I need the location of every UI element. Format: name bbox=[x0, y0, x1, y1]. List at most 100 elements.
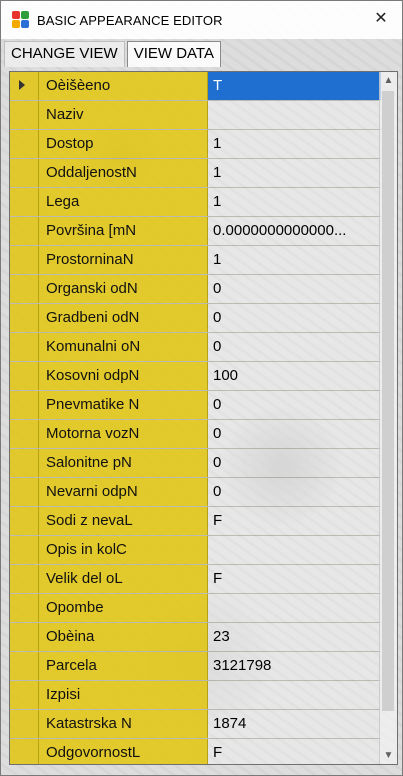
field-value-cell[interactable] bbox=[208, 101, 381, 129]
field-value-cell[interactable]: 0 bbox=[208, 275, 381, 303]
field-value-cell[interactable]: 1 bbox=[208, 130, 381, 158]
grid-row[interactable]: Salonitne pN 0 bbox=[10, 449, 381, 478]
grid-row[interactable]: Oèišèeno T bbox=[10, 72, 381, 101]
field-name-cell: Organski odN bbox=[39, 275, 208, 303]
field-value-cell[interactable]: 0.0000000000000... bbox=[208, 217, 381, 245]
row-header[interactable] bbox=[10, 275, 39, 303]
field-value-cell[interactable]: 1 bbox=[208, 159, 381, 187]
row-header[interactable] bbox=[10, 333, 39, 361]
current-row-arrow-icon bbox=[19, 80, 25, 90]
field-value-cell[interactable]: 0 bbox=[208, 333, 381, 361]
grid-row[interactable]: Parcela 3121798 bbox=[10, 652, 381, 681]
field-name-cell: Obèina bbox=[39, 623, 208, 651]
grid-row[interactable]: ProstorninaN 1 bbox=[10, 246, 381, 275]
row-header[interactable] bbox=[10, 304, 39, 332]
field-value-cell[interactable]: 0 bbox=[208, 478, 381, 506]
field-value-cell[interactable] bbox=[208, 681, 381, 709]
grid-row[interactable]: Površina [mN 0.0000000000000... bbox=[10, 217, 381, 246]
tab-view-data[interactable]: VIEW DATA bbox=[126, 41, 221, 67]
field-value-cell[interactable]: F bbox=[208, 739, 381, 764]
row-header[interactable] bbox=[10, 739, 39, 764]
field-name-cell: Nevarni odpN bbox=[39, 478, 208, 506]
field-value-cell[interactable]: 1 bbox=[208, 188, 381, 216]
field-name-cell: Pnevmatike N bbox=[39, 391, 208, 419]
row-header[interactable] bbox=[10, 681, 39, 709]
grid-row[interactable]: OdgovornostL F bbox=[10, 739, 381, 764]
grid-row[interactable]: Lega 1 bbox=[10, 188, 381, 217]
row-header[interactable] bbox=[10, 594, 39, 622]
grid-row[interactable]: Organski odN 0 bbox=[10, 275, 381, 304]
tab-change-view[interactable]: CHANGE VIEW bbox=[4, 41, 125, 67]
field-name-cell: Sodi z nevaL bbox=[39, 507, 208, 535]
attribute-grid-panel: Oèišèeno T Naziv Dostop 1 OddaljenostN 1 Lega 1 P… bbox=[9, 71, 398, 765]
field-value-cell[interactable]: 0 bbox=[208, 391, 381, 419]
field-name-cell: Opis in kolC bbox=[39, 536, 208, 564]
row-header[interactable] bbox=[10, 710, 39, 738]
appearance-editor-window: BASIC APPEARANCE EDITOR ✕ CHANGE VIEW VI… bbox=[0, 0, 403, 776]
field-value-cell[interactable]: T bbox=[208, 72, 381, 100]
app-icon bbox=[12, 11, 30, 29]
row-header[interactable] bbox=[10, 652, 39, 680]
grid-row[interactable]: Naziv bbox=[10, 101, 381, 130]
field-value-cell[interactable]: 3121798 bbox=[208, 652, 381, 680]
row-header[interactable] bbox=[10, 362, 39, 390]
field-name-cell: ProstorninaN bbox=[39, 246, 208, 274]
row-header[interactable] bbox=[10, 246, 39, 274]
grid-row[interactable]: OddaljenostN 1 bbox=[10, 159, 381, 188]
field-value-cell[interactable]: 23 bbox=[208, 623, 381, 651]
field-name-cell: OdgovornostL bbox=[39, 739, 208, 764]
field-value-cell[interactable]: 0 bbox=[208, 304, 381, 332]
grid-row[interactable]: Katastrska N 1874 bbox=[10, 710, 381, 739]
grid-row[interactable]: Motorna vozN 0 bbox=[10, 420, 381, 449]
grid-row[interactable]: Opombe bbox=[10, 594, 381, 623]
field-name-cell: Gradbeni odN bbox=[39, 304, 208, 332]
field-value-cell[interactable] bbox=[208, 536, 381, 564]
grid-row[interactable]: Komunalni oN 0 bbox=[10, 333, 381, 362]
row-header[interactable] bbox=[10, 130, 39, 158]
title-bar[interactable]: BASIC APPEARANCE EDITOR ✕ bbox=[1, 1, 402, 39]
field-value-cell[interactable]: F bbox=[208, 507, 381, 535]
grid-row[interactable]: Obèina 23 bbox=[10, 623, 381, 652]
row-header[interactable] bbox=[10, 159, 39, 187]
row-header[interactable] bbox=[10, 391, 39, 419]
field-value-cell[interactable]: 1874 bbox=[208, 710, 381, 738]
field-value-cell[interactable]: 0 bbox=[208, 420, 381, 448]
field-value-cell[interactable]: 0 bbox=[208, 449, 381, 477]
scroll-thumb[interactable] bbox=[382, 91, 394, 711]
field-name-cell: Salonitne pN bbox=[39, 449, 208, 477]
attribute-grid: Oèišèeno T Naziv Dostop 1 OddaljenostN 1 Lega 1 P… bbox=[10, 72, 381, 764]
row-header[interactable] bbox=[10, 101, 39, 129]
field-name-cell: Komunalni oN bbox=[39, 333, 208, 361]
grid-row[interactable]: Izpisi bbox=[10, 681, 381, 710]
field-name-cell: Motorna vozN bbox=[39, 420, 208, 448]
scroll-down-icon[interactable]: ▼ bbox=[380, 747, 397, 764]
row-header[interactable] bbox=[10, 507, 39, 535]
row-header[interactable] bbox=[10, 449, 39, 477]
grid-row[interactable]: Velik del oL F bbox=[10, 565, 381, 594]
grid-row[interactable]: Opis in kolC bbox=[10, 536, 381, 565]
vertical-scrollbar[interactable]: ▲ ▼ bbox=[379, 72, 397, 764]
field-value-cell[interactable]: F bbox=[208, 565, 381, 593]
grid-row[interactable]: Kosovni odpN 100 bbox=[10, 362, 381, 391]
field-name-cell: Naziv bbox=[39, 101, 208, 129]
scroll-up-icon[interactable]: ▲ bbox=[380, 72, 397, 89]
field-value-cell[interactable] bbox=[208, 594, 381, 622]
grid-row[interactable]: Nevarni odpN 0 bbox=[10, 478, 381, 507]
row-header[interactable] bbox=[10, 623, 39, 651]
row-header[interactable] bbox=[10, 72, 39, 100]
row-header[interactable] bbox=[10, 565, 39, 593]
row-header[interactable] bbox=[10, 217, 39, 245]
grid-row[interactable]: Sodi z nevaL F bbox=[10, 507, 381, 536]
row-header[interactable] bbox=[10, 536, 39, 564]
field-name-cell: Parcela bbox=[39, 652, 208, 680]
field-value-cell[interactable]: 100 bbox=[208, 362, 381, 390]
field-value-cell[interactable]: 1 bbox=[208, 246, 381, 274]
row-header[interactable] bbox=[10, 478, 39, 506]
row-header[interactable] bbox=[10, 188, 39, 216]
field-name-cell: Katastrska N bbox=[39, 710, 208, 738]
grid-row[interactable]: Pnevmatike N0 bbox=[10, 391, 381, 420]
close-icon[interactable]: ✕ bbox=[372, 10, 390, 28]
row-header[interactable] bbox=[10, 420, 39, 448]
grid-row[interactable]: Dostop 1 bbox=[10, 130, 381, 159]
grid-row[interactable]: Gradbeni odN 0 bbox=[10, 304, 381, 333]
